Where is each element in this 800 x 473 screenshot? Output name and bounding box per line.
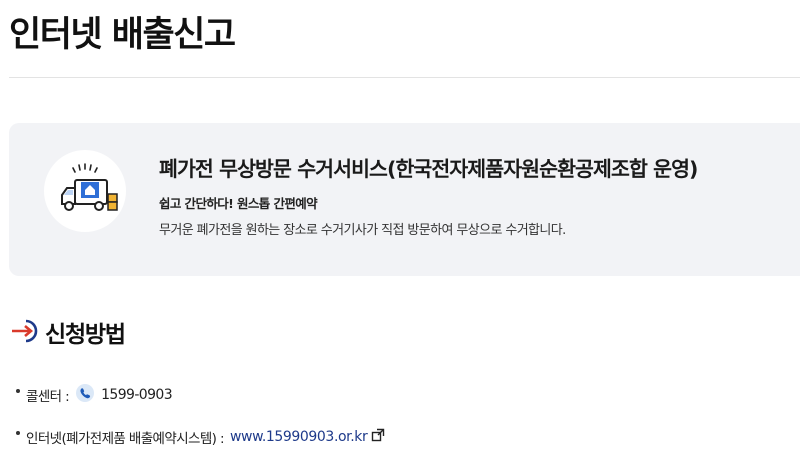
method-list: 콜센터 : 1599-0903 인터넷(폐가전제품 배출예약시스템) : www…	[16, 382, 385, 466]
service-info-box: 폐가전 무상방문 수거서비스(한국전자제품자원순환공제조합 운영) 쉽고 간단하…	[9, 123, 800, 276]
title-divider	[9, 77, 800, 78]
method-heading: 신청방법	[45, 322, 126, 348]
delivery-truck-icon	[44, 150, 126, 232]
list-item-internet: 인터넷(폐가전제품 배출예약시스템) : www.15990903.or.kr	[16, 424, 385, 450]
external-link-icon[interactable]	[371, 428, 385, 446]
reservation-site-link[interactable]: www.15990903.or.kr	[230, 429, 368, 445]
bullet	[16, 389, 20, 393]
phone-icon	[75, 383, 95, 407]
page-title: 인터넷 배출신고	[9, 15, 236, 55]
callcenter-number: 1599-0903	[101, 387, 173, 403]
bullet	[16, 431, 20, 435]
service-subtitle: 쉽고 간단하다! 원스톱 간편예약	[159, 196, 318, 211]
callcenter-label: 콜센터 :	[26, 389, 70, 405]
internet-label: 인터넷(폐가전제품 배출예약시스템) :	[26, 431, 225, 447]
list-item-callcenter: 콜센터 : 1599-0903	[16, 382, 385, 408]
service-description: 무거운 폐가전을 원하는 장소로 수거기사가 직접 방문하여 무상으로 수거합니…	[159, 223, 566, 238]
arrow-circle-icon	[12, 318, 42, 348]
service-title: 폐가전 무상방문 수거서비스(한국전자제품자원순환공제조합 운영)	[159, 157, 698, 181]
